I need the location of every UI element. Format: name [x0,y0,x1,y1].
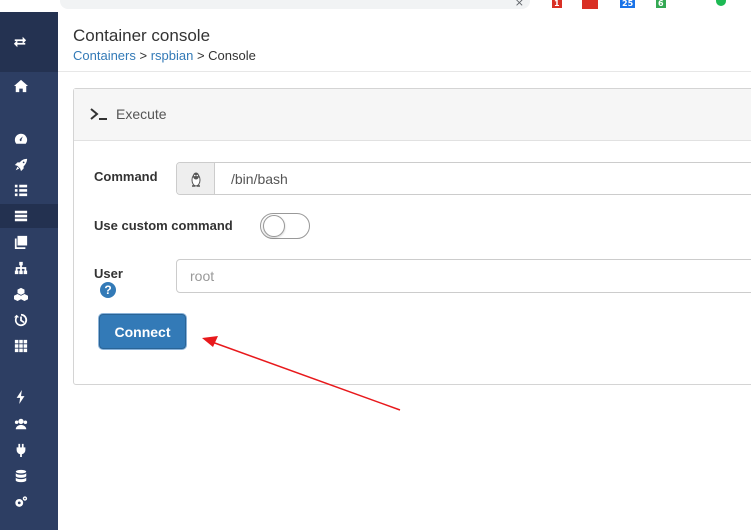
mail-extension-icon[interactable] [582,0,598,9]
database-icon[interactable] [13,468,29,484]
panel-title: Execute [116,106,167,122]
networks-icon[interactable] [13,260,29,276]
dashboard-icon[interactable] [13,131,29,147]
terminal-icon [90,108,107,120]
extension-icon-green[interactable]: 6 [654,0,668,9]
page-title: Container console [73,26,211,45]
connect-button[interactable]: Connect [99,314,186,349]
command-select[interactable]: /bin/bash [176,162,751,195]
extension-badge-green: 6 [656,0,666,8]
calendar-extension-icon[interactable]: 25 [620,0,636,9]
grid-icon[interactable] [13,338,29,354]
browser-toolbar: × 1 25 6 [0,0,751,12]
breadcrumb-container-link[interactable]: rspbian [151,48,194,63]
home-icon[interactable] [13,78,29,94]
volumes-icon[interactable] [13,286,29,302]
plug-icon[interactable] [13,442,29,458]
containers-icon[interactable] [13,208,29,224]
custom-command-label: Use custom command [94,218,233,233]
annotation-arrow [202,336,401,411]
list-icon[interactable] [13,182,29,198]
breadcrumb-containers-link[interactable]: Containers [73,48,136,63]
command-value: /bin/bash [231,171,288,187]
app-window: × 1 25 6 Container console Containers > … [0,0,751,530]
cogs-icon[interactable] [13,494,29,510]
breadcrumb-separator: > [193,48,209,63]
calendar-badge: 25 [620,0,636,8]
breadcrumb: Containers > rspbian > Console [73,48,256,63]
exchange-icon [12,34,28,50]
extension-badge: 1 [552,0,562,8]
clear-icon[interactable]: × [515,0,524,9]
users-icon[interactable] [13,416,29,432]
sidebar-item-active [0,204,58,228]
sidebar-logo[interactable] [0,12,58,72]
images-icon[interactable] [13,234,29,250]
help-icon[interactable]: ? [100,282,116,298]
address-bar[interactable]: × [60,0,530,9]
sidebar [0,12,58,530]
custom-command-toggle[interactable] [260,213,310,239]
linux-icon [177,163,215,194]
bolt-icon[interactable] [13,389,29,405]
user-label: User [94,266,123,281]
header-divider [58,71,751,72]
execute-panel: Execute Command /bin/bash Use custom com… [73,88,751,385]
breadcrumb-separator: > [135,48,151,63]
panel-header: Execute [74,89,751,141]
toggle-knob [263,215,285,237]
command-label: Command [94,169,158,184]
extension-icon-round[interactable] [716,0,726,6]
user-input[interactable] [176,259,751,293]
rocket-icon[interactable] [13,157,29,173]
history-icon[interactable] [13,312,29,328]
breadcrumb-current: Console [208,48,256,63]
extension-icon[interactable]: 1 [548,0,562,9]
